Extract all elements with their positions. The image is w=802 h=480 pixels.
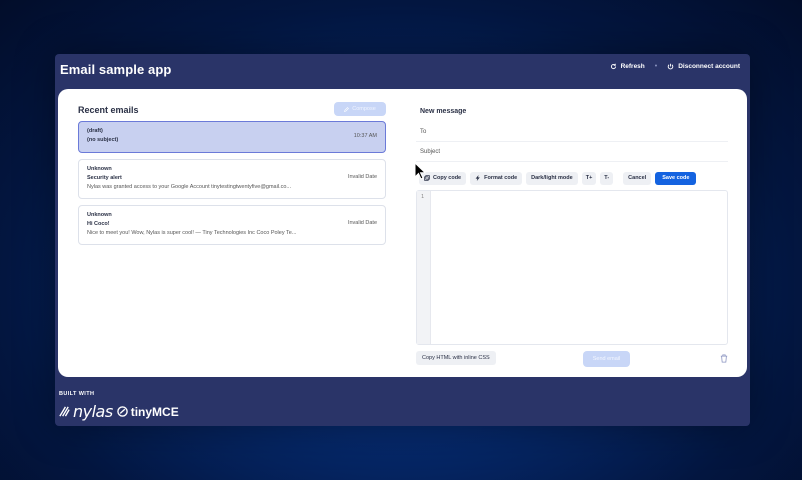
line-number: 1: [421, 194, 425, 200]
email-list-item[interactable]: Unknown Hi Coco! Nice to meet you! Wow, …: [78, 205, 386, 245]
composer-panel: New message To Subject Copy code Format …: [416, 105, 728, 371]
font-decrease-button[interactable]: T-: [600, 171, 614, 185]
email-list-item[interactable]: Unknown Security alert Nylas was granted…: [78, 159, 386, 199]
separator-dot: •: [654, 63, 658, 70]
top-actions: Refresh • Disconnect account: [610, 63, 740, 70]
lightning-icon: [475, 175, 480, 181]
email-list-item[interactable]: (draft) (no subject) 10:37 AM: [78, 121, 386, 153]
email-snippet: Nylas was granted access to your Google …: [87, 184, 291, 190]
line-number-gutter: 1: [417, 191, 431, 344]
copy-html-button[interactable]: Copy HTML with inline CSS: [416, 351, 496, 365]
font-decrease-label: T-: [604, 175, 610, 181]
dark-light-mode-label: Dark/light mode: [531, 175, 573, 181]
email-date: Invalid Date: [347, 174, 377, 180]
divider: [416, 161, 728, 162]
refresh-icon: [610, 63, 616, 70]
email-from: Unknown: [87, 166, 112, 172]
cancel-button[interactable]: Cancel: [623, 171, 652, 185]
email-subject: Hi Coco!: [87, 221, 110, 227]
pencil-icon: [344, 106, 350, 112]
save-code-button[interactable]: Save code: [655, 171, 697, 185]
to-field[interactable]: To: [420, 129, 426, 135]
code-editor[interactable]: 1: [416, 190, 728, 345]
code-toolbar: Copy code Format code Dark/light mode T+…: [416, 167, 728, 189]
font-increase-label: T+: [585, 175, 593, 181]
app-title: Email sample app: [60, 62, 172, 77]
save-code-label: Save code: [662, 175, 690, 181]
power-icon: [667, 63, 674, 70]
main-card: Recent emails Compose (draft) (no subjec…: [58, 89, 747, 377]
logos: nylas tinyMCE: [58, 402, 179, 421]
nylas-logo: nylas: [58, 402, 113, 421]
copy-code-button[interactable]: Copy code: [419, 171, 467, 185]
cancel-label: Cancel: [628, 175, 647, 181]
email-date: Invalid Date: [347, 220, 377, 226]
email-list: (draft) (no subject) 10:37 AM Unknown Se…: [78, 121, 386, 251]
new-message-title: New message: [420, 108, 467, 115]
tinymce-logo: tinyMCE: [116, 404, 179, 419]
format-code-button[interactable]: Format code: [470, 171, 523, 185]
email-subject: Security alert: [87, 175, 122, 181]
nylas-logo-text: nylas: [73, 402, 113, 421]
email-date: 10:37 AM: [353, 133, 377, 139]
disconnect-label: Disconnect account: [678, 63, 740, 70]
recent-emails-title: Recent emails: [78, 105, 139, 115]
built-with-label: BUILT WITH: [59, 391, 95, 397]
compose-label: Compose: [352, 106, 376, 112]
send-email-button[interactable]: Send email: [583, 351, 630, 367]
tinymce-logo-text: tinyMCE: [130, 404, 179, 419]
refresh-label: Refresh: [620, 63, 645, 70]
disconnect-account-button[interactable]: Disconnect account: [667, 63, 740, 70]
copy-code-label: Copy code: [433, 175, 462, 181]
send-email-label: Send email: [592, 356, 621, 362]
email-from: Unknown: [87, 212, 112, 218]
email-subject: (no subject): [87, 137, 119, 143]
dark-light-mode-button[interactable]: Dark/light mode: [526, 171, 578, 185]
compose-button[interactable]: Compose: [334, 102, 386, 116]
mouse-cursor-icon: [414, 162, 426, 180]
email-from: (draft): [87, 128, 103, 134]
composer-footer: Copy HTML with inline CSS Send email: [416, 348, 728, 368]
app-window: Email sample app Refresh • Disconnect ac…: [55, 54, 750, 426]
trash-icon[interactable]: [720, 354, 728, 363]
copy-html-label: Copy HTML with inline CSS: [422, 355, 490, 361]
refresh-button[interactable]: Refresh: [610, 63, 645, 70]
nylas-mark-icon: [59, 406, 70, 417]
email-snippet: Nice to meet you! Wow, Nylas is super co…: [87, 230, 297, 236]
tinymce-mark-icon: [116, 406, 128, 417]
divider: [416, 141, 728, 142]
font-increase-button[interactable]: T+: [581, 171, 597, 185]
format-code-label: Format code: [484, 175, 518, 181]
subject-field[interactable]: Subject: [420, 149, 440, 155]
